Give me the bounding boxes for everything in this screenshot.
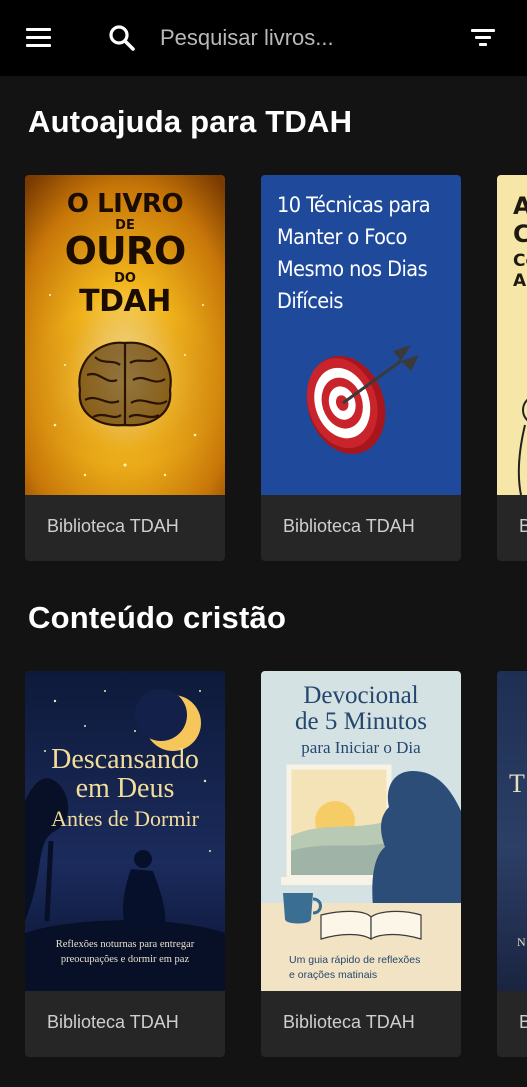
book-carousel-tdah[interactable]: O LIVRO DE OURO DO TDAH Biblioteca TDAH — [0, 175, 527, 565]
book-card[interactable]: O LIVRO DE OURO DO TDAH Biblioteca TDAH — [25, 175, 225, 561]
cover-title: Descansando em Deus Antes de Dormir — [25, 745, 225, 830]
book-author-label: Biblioteca TDAH — [283, 1012, 415, 1032]
cover-title-line: Manter o Foco — [277, 225, 407, 249]
cover-title-line: Difíceis — [277, 289, 344, 313]
book-card[interactable]: A C Co Au B — [497, 175, 527, 561]
cover-title-line: TDAH — [79, 284, 171, 319]
cover-title-line: OURO — [64, 229, 187, 273]
cover-title-line: T — [509, 769, 525, 798]
cover-subtitle-line: e orações matinais — [289, 968, 378, 981]
filter-button[interactable] — [469, 26, 497, 50]
book-author-label: Biblioteca TDAH — [283, 516, 415, 536]
cover-subtitle-line: Reflexões noturnas para entregar — [55, 939, 195, 950]
menu-icon-bar — [26, 44, 51, 47]
cover-title-line: de 5 Minutos — [295, 708, 427, 736]
cover-title-line: Au — [513, 270, 527, 291]
cover-subtitle-line: N — [517, 935, 526, 949]
cover-subtitle: Um guia rápido de reflexões e orações ma… — [289, 953, 420, 982]
cover-title-line: em Deus — [75, 773, 175, 805]
book-card[interactable]: T N B — [497, 671, 527, 1057]
cover-title-line: Descansando — [51, 744, 199, 775]
book-card[interactable]: 10 Técnicas para Manter o Foco Mesmo nos… — [261, 175, 461, 561]
section-title-tdah: Autoajuda para TDAH — [28, 104, 353, 139]
cover-title: A C Co Au — [513, 192, 527, 291]
search-input[interactable] — [160, 18, 440, 58]
book-author-label: Biblioteca TDAH — [47, 1012, 179, 1032]
cover-title-line: A — [513, 192, 527, 220]
cover-title: 10 Técnicas para Manter o Foco Mesmo nos… — [277, 189, 441, 317]
book-card[interactable]: Descansando em Deus Antes de Dormir Refl… — [25, 671, 225, 1057]
book-cover: T N — [497, 671, 527, 991]
book-author-label: Biblioteca TDAH — [47, 516, 179, 536]
book-cover: Devocional de 5 Minutos para Iniciar o D… — [261, 671, 461, 991]
menu-icon-bar — [26, 36, 51, 39]
book-card[interactable]: Devocional de 5 Minutos para Iniciar o D… — [261, 671, 461, 1057]
book-carousel-christian[interactable]: Descansando em Deus Antes de Dormir Refl… — [0, 671, 527, 1061]
cover-title-line: Mesmo nos Dias — [277, 257, 428, 281]
filter-icon-line — [475, 36, 491, 39]
book-cover: 10 Técnicas para Manter o Foco Mesmo nos… — [261, 175, 461, 495]
book-cover: O LIVRO DE OURO DO TDAH — [25, 175, 225, 495]
cover-title-line: C — [513, 219, 527, 248]
cover-title-line: Antes de Dormir — [51, 805, 199, 831]
cover-title-line: O LIVRO — [66, 189, 184, 219]
cover-title-line: Devocional — [303, 682, 419, 709]
filter-icon-line — [479, 43, 487, 46]
book-author-label: B — [519, 1012, 527, 1032]
cover-title: Devocional de 5 Minutos para Iniciar o D… — [261, 682, 461, 757]
book-author-label: B — [519, 516, 527, 536]
cover-title-line: Co — [513, 251, 527, 272]
cover-title-line: para Iniciar o Dia — [301, 737, 421, 757]
book-cover: A C Co Au — [497, 175, 527, 495]
cover-title-line: 10 Técnicas para — [277, 193, 431, 217]
book-cover: Descansando em Deus Antes de Dormir Refl… — [25, 671, 225, 991]
filter-icon-line — [471, 29, 495, 32]
top-app-bar — [0, 0, 527, 76]
section-title-christian: Conteúdo cristão — [28, 600, 287, 635]
cover-subtitle: Reflexões noturnas para entregar preocup… — [25, 937, 225, 967]
cover-subtitle-line: preocupações e dormir em paz — [60, 954, 190, 966]
menu-icon-bar — [26, 28, 51, 31]
cover-title: O LIVRO DE OURO DO TDAH — [25, 191, 225, 317]
menu-button[interactable] — [24, 24, 54, 50]
cover-subtitle-line: Um guia rápido de reflexões — [289, 954, 421, 966]
search-icon[interactable] — [106, 22, 138, 54]
